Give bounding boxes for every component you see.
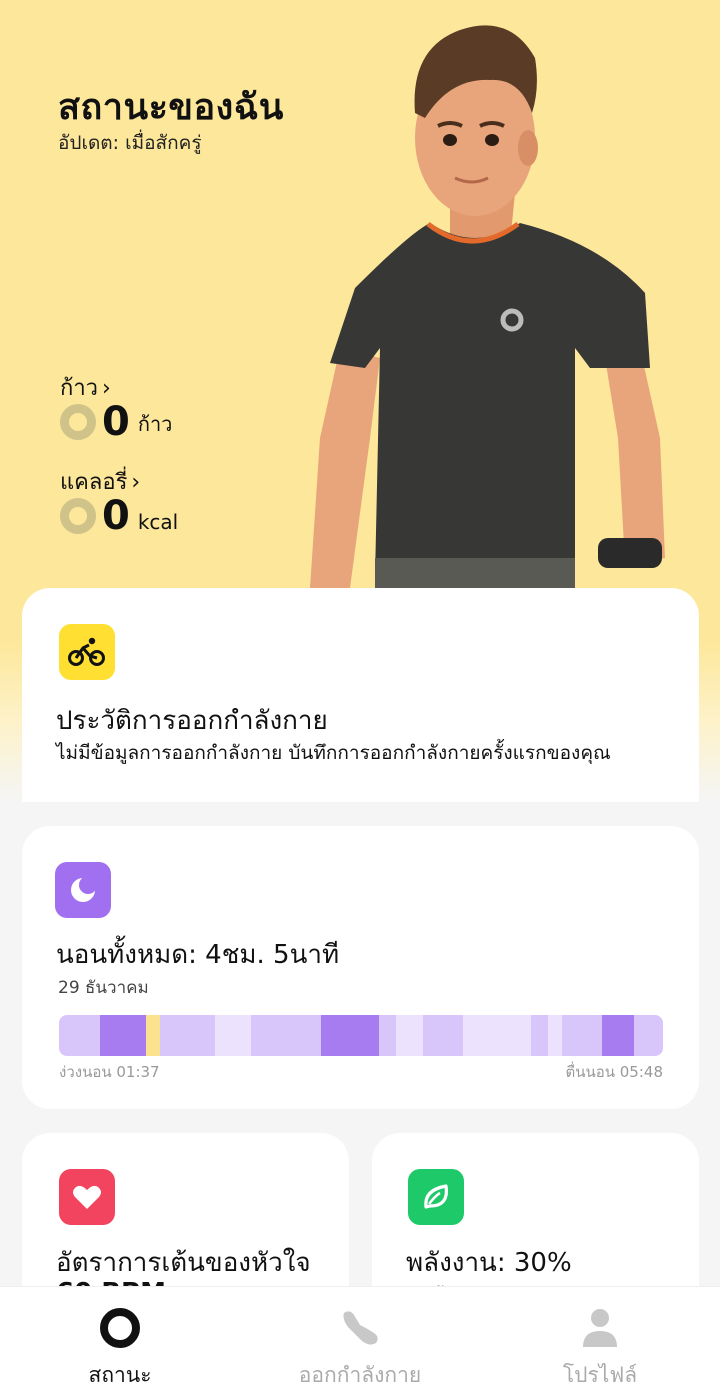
- workout-title: ประวัติการออกกำลังกาย: [56, 706, 328, 736]
- tab-workout-label: ออกกำลังกาย: [298, 1363, 422, 1387]
- sleep-segment: [423, 1015, 463, 1056]
- ring-icon: [99, 1307, 141, 1353]
- calories-label: แคลอรี่: [60, 470, 128, 495]
- sleep-segment: [602, 1015, 634, 1056]
- sleep-end-time: ตื่นนอน 05:48: [565, 1063, 663, 1081]
- sleep-segment: [463, 1015, 531, 1056]
- bicycle-icon: [59, 624, 115, 680]
- bottom-tab-bar: สถานะ ออกกำลังกาย โปรไฟล์: [0, 1286, 720, 1400]
- tab-workout[interactable]: ออกกำลังกาย: [240, 1287, 480, 1400]
- sleep-date: 29 ธันวาคม: [58, 978, 149, 998]
- sleep-start-time: ง่วงนอน 01:37: [59, 1063, 160, 1081]
- leaf-icon: [408, 1169, 464, 1225]
- chevron-right-icon: ›: [131, 470, 141, 495]
- updated-label: อัปเดต: เมื่อสักครู่: [58, 132, 202, 154]
- moon-icon: [55, 862, 111, 918]
- steps-label: ก้าว: [60, 376, 99, 401]
- shoe-icon: [338, 1307, 382, 1353]
- sleep-segment: [100, 1015, 146, 1056]
- sleep-segment: [634, 1015, 663, 1056]
- steps-ring-icon: [60, 404, 96, 440]
- sleep-segment: [146, 1015, 160, 1056]
- heart-rate-title: อัตราการเต้นของหัวใจ: [56, 1248, 311, 1278]
- sleep-segment: [321, 1015, 379, 1056]
- sleep-segment: [251, 1015, 321, 1056]
- sleep-stage-bar[interactable]: [59, 1015, 663, 1056]
- sleep-segment: [562, 1015, 602, 1056]
- calories-unit: kcal: [137, 510, 179, 534]
- sleep-segment: [531, 1015, 548, 1056]
- tab-status-label: สถานะ: [88, 1363, 152, 1387]
- tab-profile-label: โปรไฟล์: [562, 1363, 638, 1387]
- sleep-segment: [396, 1015, 423, 1056]
- heart-icon: [59, 1169, 115, 1225]
- sleep-segment: [379, 1015, 396, 1056]
- calories-ring-icon: [60, 498, 96, 534]
- page-title: สถานะของฉัน: [58, 87, 284, 128]
- steps-unit: ก้าว: [137, 412, 173, 436]
- sleep-segment: [59, 1015, 100, 1056]
- steps-value: 0: [102, 399, 130, 445]
- calories-metric: 0 kcal: [60, 494, 178, 538]
- tab-profile[interactable]: โปรไฟล์: [480, 1287, 720, 1400]
- workout-subtitle: ไม่มีข้อมูลการออกกำลังกาย บันทึกการออกกำ…: [56, 742, 611, 764]
- sleep-segment: [215, 1015, 251, 1056]
- chevron-right-icon: ›: [102, 376, 111, 401]
- avatar-illustration: [310, 25, 665, 590]
- workout-history-card[interactable]: [22, 588, 699, 802]
- sleep-total: นอนทั้งหมด: 4ชม. 5นาที: [56, 940, 340, 970]
- energy-title: พลังงาน: 30%: [406, 1248, 572, 1278]
- person-icon: [580, 1307, 620, 1353]
- tab-status[interactable]: สถานะ: [0, 1287, 240, 1400]
- sleep-segment: [160, 1015, 215, 1056]
- sleep-segment: [548, 1015, 562, 1056]
- steps-metric: 0 ก้าว: [60, 400, 172, 444]
- calories-value: 0: [102, 493, 130, 539]
